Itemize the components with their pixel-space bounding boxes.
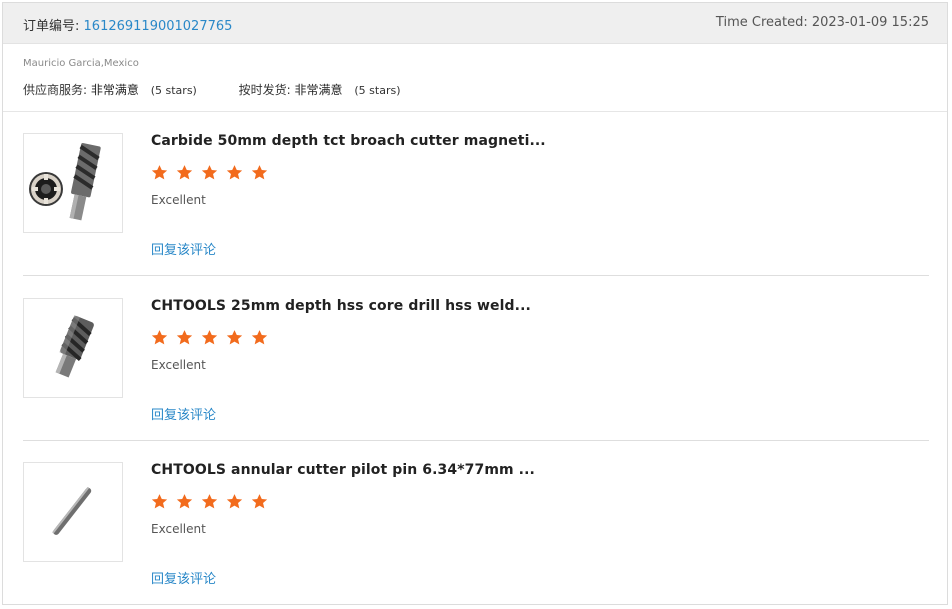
- rating-value: 非常满意: [90, 83, 139, 97]
- star-icon: [226, 329, 243, 346]
- time-created-value: 2023-01-09 15:25: [811, 15, 929, 30]
- rating-label: 按时发货:: [238, 83, 291, 97]
- rating-stars-text: (5 stars): [150, 84, 197, 97]
- pilot-pin-image[interactable]: [23, 462, 123, 562]
- product-review-item: Carbide 50mm depth tct broach cutter mag…: [23, 112, 929, 276]
- star-icon: [176, 164, 193, 181]
- supplier-ratings: 供应商服务: 非常满意 (5 stars) 按时发货: 非常满意 (5 star…: [23, 81, 439, 98]
- product-star-rating: [151, 164, 271, 182]
- product-star-rating: [151, 493, 271, 511]
- star-icon: [251, 493, 268, 510]
- rating-on-time-delivery: 按时发货: 非常满意 (5 stars): [239, 81, 401, 98]
- star-icon: [176, 329, 193, 346]
- product-review-item: CHTOOLS annular cutter pilot pin 6.34*77…: [23, 441, 929, 605]
- product-star-rating: [151, 329, 271, 347]
- reply-to-review-link[interactable]: 回复该评论: [151, 568, 216, 587]
- product-title-link[interactable]: Carbide 50mm depth tct broach cutter mag…: [151, 133, 546, 149]
- time-created: Time Created: 2023-01-09 15:25: [716, 15, 929, 30]
- star-icon: [226, 493, 243, 510]
- order-number-label: 订单编号:: [23, 19, 80, 34]
- rating-value: 非常满意: [294, 83, 343, 97]
- star-icon: [251, 329, 268, 346]
- star-icon: [176, 493, 193, 510]
- buyer-name-location: Mauricio Garcia,Mexico: [23, 58, 139, 69]
- order-number-link[interactable]: 161269119001027765: [84, 19, 233, 34]
- star-icon: [251, 164, 268, 181]
- rating-label: 供应商服务:: [23, 83, 88, 97]
- star-icon: [151, 164, 168, 181]
- reply-to-review-link[interactable]: 回复该评论: [151, 404, 216, 423]
- star-icon: [151, 329, 168, 346]
- rating-supplier-service: 供应商服务: 非常满意 (5 stars): [23, 81, 197, 98]
- time-created-label: Time Created:: [715, 15, 808, 30]
- star-icon: [201, 164, 218, 181]
- order-number-block: 订单编号: 161269119001027765: [23, 15, 232, 34]
- annular-cutter-tct-image[interactable]: [23, 133, 123, 233]
- review-text: Excellent: [151, 358, 206, 372]
- item-divider: [23, 275, 929, 276]
- product-title-link[interactable]: CHTOOLS 25mm depth hss core drill hss we…: [151, 298, 531, 314]
- star-icon: [151, 493, 168, 510]
- rating-stars-text: (5 stars): [354, 84, 401, 97]
- review-text: Excellent: [151, 193, 206, 207]
- order-header: 订单编号: 161269119001027765 Time Created: 2…: [3, 3, 947, 44]
- order-review-card: 订单编号: 161269119001027765 Time Created: 2…: [2, 2, 948, 605]
- hss-core-drill-image[interactable]: [23, 298, 123, 398]
- star-icon: [201, 493, 218, 510]
- product-title-link[interactable]: CHTOOLS annular cutter pilot pin 6.34*77…: [151, 462, 535, 478]
- star-icon: [226, 164, 243, 181]
- reply-to-review-link[interactable]: 回复该评论: [151, 239, 216, 258]
- review-text: Excellent: [151, 522, 206, 536]
- star-icon: [201, 329, 218, 346]
- product-review-item: CHTOOLS 25mm depth hss core drill hss we…: [23, 277, 929, 441]
